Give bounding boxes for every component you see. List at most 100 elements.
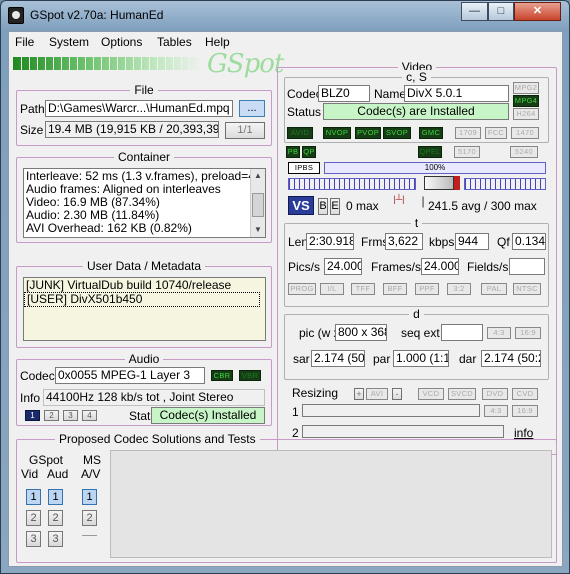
menu-help[interactable]: Help <box>205 35 230 49</box>
resize-minus-button[interactable]: - <box>392 388 402 400</box>
file-group-label: File <box>130 83 158 97</box>
audio-stream-3-button[interactable]: 3 <box>63 410 78 421</box>
video-status-field: Codec(s) are Installed <box>323 103 509 120</box>
close-button[interactable]: ✕ <box>514 2 561 21</box>
audio-codec-field[interactable]: 0x0055 MPEG-1 Layer 3 <box>55 367 205 384</box>
container-group-label: Container <box>113 150 175 164</box>
gradient-bar-segment <box>173 57 174 70</box>
gradient-bar-segment <box>101 57 102 70</box>
b-button[interactable]: B <box>318 198 328 215</box>
t-label: t <box>410 216 423 230</box>
video-name-label: Name <box>374 87 407 101</box>
gspot-aud-3-button[interactable]: 3 <box>48 531 63 547</box>
file-counter-button[interactable]: 1/1 <box>225 122 265 139</box>
gradient-bar-segment <box>77 57 78 70</box>
proposed-group-label: Proposed Codec Solutions and Tests <box>55 432 260 446</box>
proposed-solutions-area[interactable] <box>110 450 552 558</box>
gradient-bar-segment <box>109 57 110 70</box>
gradient-bar-segment <box>197 57 198 70</box>
metadata-group-label: User Data / Metadata <box>82 259 206 273</box>
audio-stream-1-button[interactable]: 1 <box>25 410 40 421</box>
scroll-up-icon[interactable]: ▲ <box>251 169 265 183</box>
audio-info-label: Info <box>20 391 41 405</box>
resize-row1-label: 1 <box>292 405 299 419</box>
maximize-button[interactable]: □ <box>488 2 514 21</box>
gspot-vid-2-button[interactable]: 2 <box>26 510 41 526</box>
scroll-thumb[interactable] <box>252 193 264 217</box>
fields-label: Fields/s <box>467 260 509 274</box>
qp-flag: QP <box>302 146 316 158</box>
e-button[interactable]: E <box>330 198 340 215</box>
menu-system[interactable]: System <box>49 35 89 49</box>
vid-col-label: Vid <box>21 467 39 481</box>
gradient-bar-segment <box>37 57 38 70</box>
audio-stream-2-button[interactable]: 2 <box>44 410 59 421</box>
frame-strip-2 <box>464 178 546 190</box>
ms-av-1-button[interactable]: 1 <box>82 489 97 505</box>
5240-flag: 5240 <box>510 146 538 158</box>
gradient-bar-segment <box>69 57 70 70</box>
browse-button[interactable]: ... <box>239 100 265 117</box>
gradient-bar-segment <box>29 57 30 70</box>
resize-plus-button[interactable]: + <box>354 388 364 400</box>
sar-label: sar <box>293 352 310 366</box>
gradient-bar-segment <box>181 57 182 70</box>
5170-flag: 5170 <box>454 146 480 158</box>
client-area: File System Options Tables Help GSpot Fi… <box>8 31 563 567</box>
ppf-flag: PPF <box>415 283 439 295</box>
min-max-label: 0 max <box>346 199 379 213</box>
prog-flag: PROG <box>288 283 316 295</box>
title-bar[interactable]: GSpot v2.70a: HumanEd — □ ✕ <box>1 1 569 31</box>
vbr-flag: VBR <box>239 370 261 381</box>
metadata-list[interactable]: [JUNK] VirtualDub build 10740/release [U… <box>23 277 266 341</box>
ms-av-2-button[interactable]: 2 <box>82 510 97 526</box>
cs-label: c, S <box>402 70 431 84</box>
audio-stream-4-button[interactable]: 4 <box>82 410 97 421</box>
svcd-resize-button[interactable]: SVCD <box>448 388 476 400</box>
bff-flag: BFF <box>383 283 407 295</box>
container-info-list[interactable]: Interleave: 52 ms (1.3 v.frames), preloa… <box>23 168 266 238</box>
audio-stat-field: Codec(s) Installed <box>151 407 265 424</box>
pal-flag: PAL <box>481 283 507 295</box>
menu-tables[interactable]: Tables <box>157 35 192 49</box>
resize-ar-169-flag: 16:9 <box>512 405 538 417</box>
gspot-vid-3-button[interactable]: 3 <box>26 531 41 547</box>
gspot-aud-2-button[interactable]: 2 <box>48 510 63 526</box>
video-name-field[interactable]: DivX 5.0.1 <box>404 85 509 102</box>
vcd-resize-button[interactable]: VCD <box>418 388 444 400</box>
cvd-resize-button[interactable]: CVD <box>512 388 538 400</box>
pics-label: Pics/s <box>288 260 321 274</box>
window-title: GSpot v2.70a: HumanEd <box>30 8 164 22</box>
video-group: Video c, S Codec BLZ0 Name DivX 5.0.1 St… <box>277 60 557 455</box>
menu-options[interactable]: Options <box>101 35 142 49</box>
h264-flag: H264 <box>513 108 539 120</box>
avi-resize-button[interactable]: AVI <box>366 388 388 400</box>
scroll-down-icon[interactable]: ▼ <box>251 223 265 237</box>
minimize-button[interactable]: — <box>461 2 488 21</box>
mpg4-flag: MPG4 <box>513 95 539 107</box>
avid-flag: AVID <box>287 127 313 139</box>
gradient-bar-segment <box>93 57 94 70</box>
qf-label: Qf <box>497 235 510 249</box>
gmc-flag: GMC <box>419 127 443 139</box>
len-field: 2:30.918 <box>306 233 354 250</box>
menu-file[interactable]: File <box>15 35 34 49</box>
kbps-field: 944 <box>455 233 489 250</box>
gspot-logo: GSpot <box>207 49 284 79</box>
container-group: Container Interleave: 52 ms (1.3 v.frame… <box>16 150 272 243</box>
gspot-vid-1-button[interactable]: 1 <box>26 489 41 505</box>
metadata-row[interactable]: [JUNK] VirtualDub build 10740/release <box>24 278 265 292</box>
metadata-row-selected[interactable]: [USER] DivX501b450 <box>24 292 260 307</box>
file-group: File Path D:\Games\Warcr...\HumanEd.mpq … <box>16 83 272 146</box>
video-codec-field[interactable]: BLZ0 <box>318 85 370 102</box>
svop-flag: SVOP <box>383 127 411 139</box>
path-field[interactable]: D:\Games\Warcr...\HumanEd.mpq <box>45 100 233 117</box>
frames-field: 24.000 <box>421 258 459 275</box>
gradient-bar-segment <box>61 57 62 70</box>
sar-field: 2.174 (50:23) <box>311 350 365 367</box>
container-scrollbar[interactable]: ▲ ▼ <box>250 169 265 237</box>
gspot-aud-1-button[interactable]: 1 <box>48 489 63 505</box>
gradient-bar <box>13 57 203 70</box>
resizing-label: Resizing <box>292 386 339 400</box>
dvd-resize-button[interactable]: DVD <box>482 388 508 400</box>
